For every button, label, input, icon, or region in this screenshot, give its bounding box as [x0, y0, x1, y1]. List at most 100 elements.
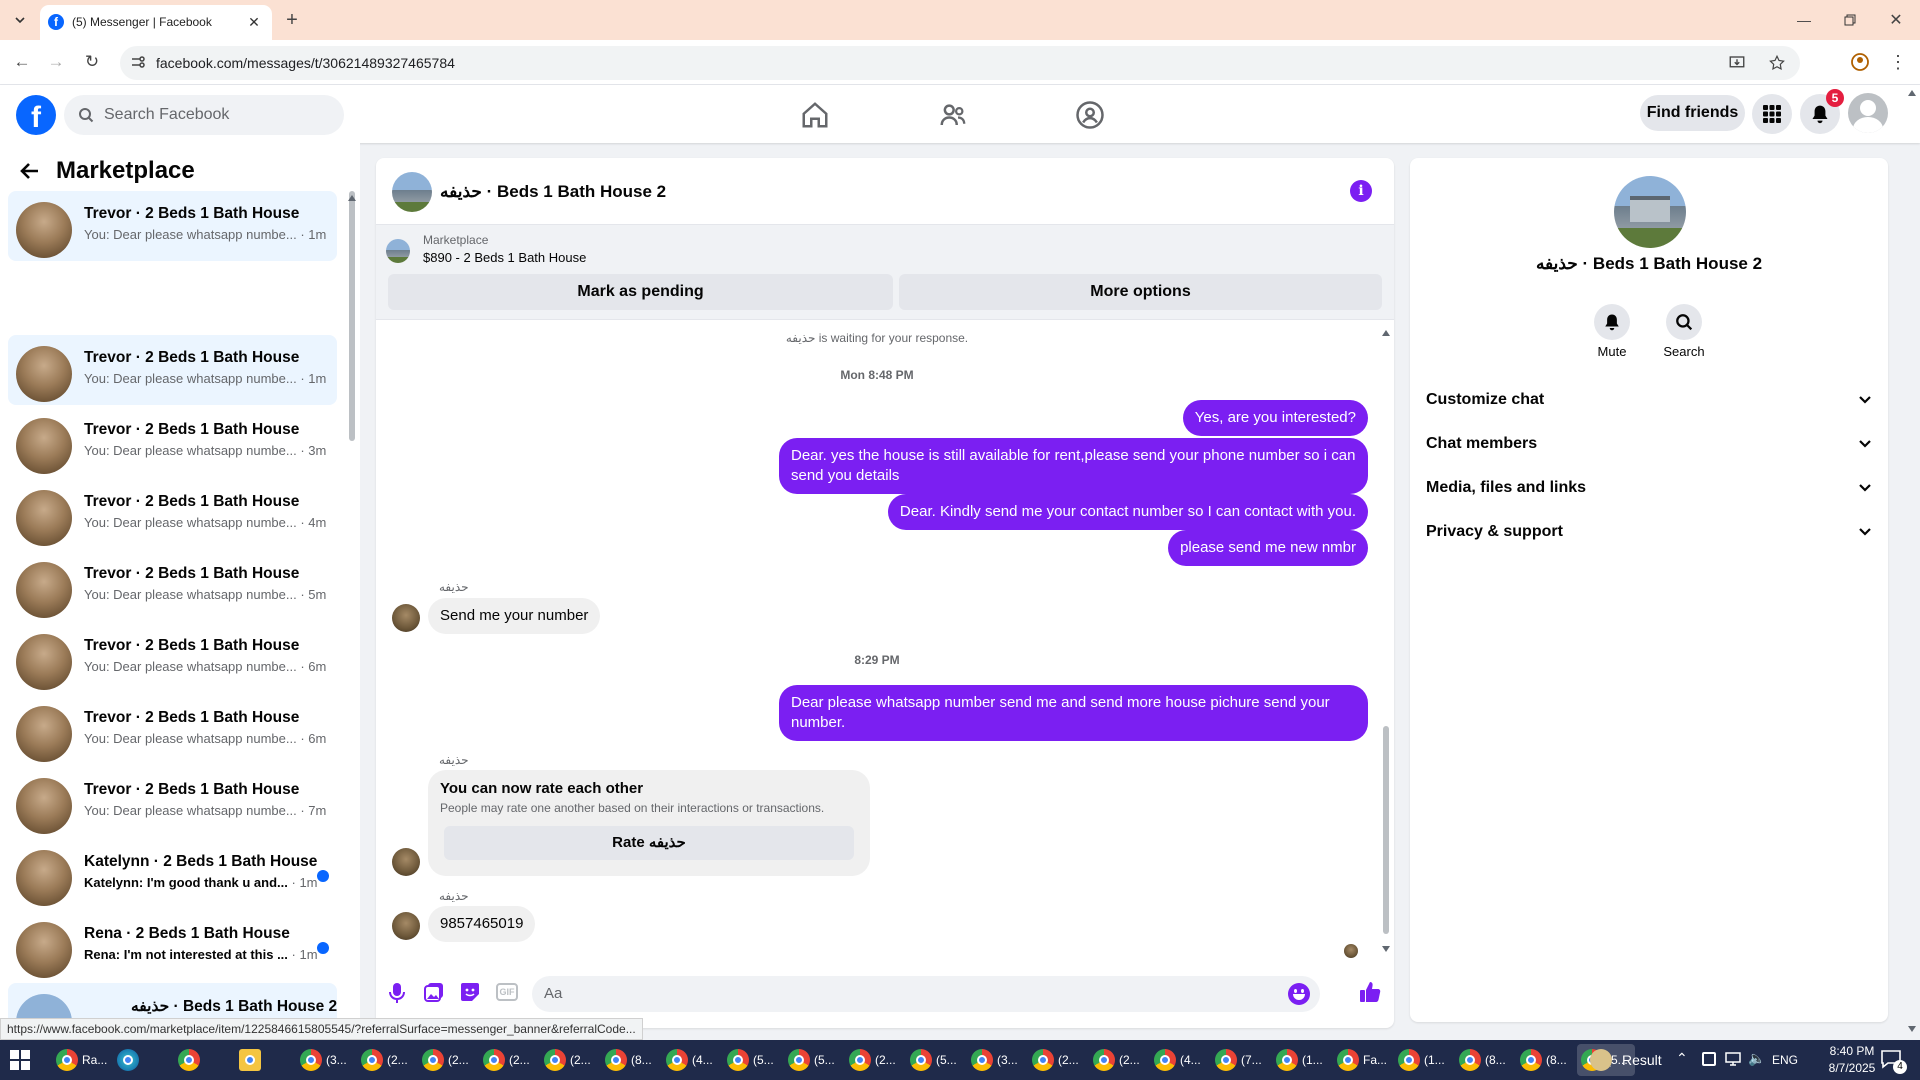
taskbar-app-button[interactable]: Fa...: [1333, 1044, 1391, 1076]
facebook-search-input[interactable]: Search Facebook: [64, 95, 344, 135]
site-info-icon[interactable]: [130, 54, 146, 70]
scroll-up-arrow-icon[interactable]: [1382, 330, 1390, 336]
photo-icon[interactable]: [424, 982, 446, 1004]
taskbar-app-button[interactable]: (2...: [479, 1044, 537, 1076]
outgoing-message[interactable]: Yes, are you interested?: [1182, 400, 1368, 436]
taskbar-app-button[interactable]: Ra...: [52, 1044, 110, 1076]
taskbar-app-button[interactable]: (8...: [1455, 1044, 1513, 1076]
listing-thumbnail[interactable]: [386, 239, 410, 263]
taskbar-app-button[interactable]: (5...: [906, 1044, 964, 1076]
taskbar-app-button[interactable]: (2...: [357, 1044, 415, 1076]
gif-icon[interactable]: GIF: [496, 983, 518, 1001]
taskbar-app-button[interactable]: (2...: [845, 1044, 903, 1076]
page-scroll-up-arrow-icon[interactable]: [1908, 90, 1916, 96]
mute-label[interactable]: Mute: [1576, 344, 1648, 359]
messages-scrollbar[interactable]: [1378, 326, 1394, 956]
scroll-up-arrow-icon[interactable]: [348, 195, 356, 201]
search-label[interactable]: Search: [1648, 344, 1720, 359]
taskbar-app-button[interactable]: (2...: [1089, 1044, 1147, 1076]
scroll-down-arrow-icon[interactable]: [1382, 946, 1390, 952]
meet-now-icon[interactable]: [1702, 1052, 1716, 1066]
incoming-message[interactable]: Send me your number: [428, 598, 601, 634]
like-thumb-icon[interactable]: [1358, 980, 1382, 1004]
mute-bell-icon[interactable]: [1594, 304, 1630, 340]
weather-result-icon[interactable]: [1590, 1049, 1612, 1071]
taskbar-app-button[interactable]: (5...: [723, 1044, 781, 1076]
taskbar-app-button[interactable]: (1...: [1272, 1044, 1330, 1076]
language-indicator[interactable]: ENG: [1772, 1053, 1798, 1067]
find-friends-button[interactable]: Find friends: [1640, 95, 1745, 131]
taskbar-app-button[interactable]: (8...: [1516, 1044, 1574, 1076]
forward-icon[interactable]: →: [44, 50, 68, 74]
taskbar-app-button[interactable]: (2...: [418, 1044, 476, 1076]
minimize-icon[interactable]: —: [1792, 8, 1816, 32]
conversation-item[interactable]: Trevor · 2 Beds 1 Bath House You: Dear p…: [8, 191, 337, 261]
tab-search-icon[interactable]: [8, 8, 32, 32]
taskbar-app-button[interactable]: (7...: [1211, 1044, 1269, 1076]
facebook-logo-icon[interactable]: f: [16, 95, 56, 135]
account-avatar[interactable]: [1848, 93, 1888, 133]
taskbar-app-button[interactable]: [113, 1044, 171, 1076]
network-icon[interactable]: [1724, 1050, 1742, 1068]
incoming-message[interactable]: 9857465019: [428, 906, 536, 942]
conversation-item[interactable]: Trevor · 2 Beds 1 Bath House You: Dear p…: [8, 479, 337, 549]
friends-icon[interactable]: [938, 100, 968, 130]
bookmark-star-icon[interactable]: [1768, 54, 1786, 72]
microphone-icon[interactable]: [388, 982, 408, 1006]
info-icon[interactable]: i: [1350, 180, 1372, 202]
conversation-item[interactable]: Trevor · 2 Beds 1 Bath House You: Dear p…: [8, 695, 337, 765]
conversation-avatar[interactable]: [1614, 176, 1686, 248]
restore-icon[interactable]: [1838, 8, 1862, 32]
chat-title[interactable]: حذيفه · Beds 1 Bath House 2: [440, 182, 666, 202]
taskbar-app-button[interactable]: (1...: [1394, 1044, 1452, 1076]
new-tab-icon[interactable]: +: [280, 8, 304, 32]
conversation-item[interactable]: Trevor · 2 Beds 1 Bath House You: Dear p…: [8, 335, 337, 405]
emoji-icon[interactable]: [1288, 983, 1310, 1005]
url-text[interactable]: facebook.com/messages/t/3062148932746578…: [156, 55, 455, 71]
taskbar-app-button[interactable]: (8...: [601, 1044, 659, 1076]
scroll-thumb[interactable]: [1383, 726, 1389, 934]
taskbar-app-button[interactable]: (4...: [662, 1044, 720, 1076]
address-bar[interactable]: facebook.com/messages/t/3062148932746578…: [120, 46, 1800, 80]
system-tray-chevron-icon[interactable]: ⌃: [1676, 1050, 1688, 1067]
groups-icon[interactable]: [1075, 100, 1105, 130]
install-app-icon[interactable]: [1728, 54, 1746, 72]
window-close-icon[interactable]: ✕: [1884, 8, 1908, 32]
listing-link[interactable]: $890 - 2 Beds 1 Bath House: [423, 250, 586, 265]
conversation-item[interactable]: Rena · 2 Beds 1 Bath House Rena: I'm not…: [8, 911, 337, 981]
outgoing-message[interactable]: Dear please whatsapp number send me and …: [779, 685, 1368, 741]
back-icon[interactable]: ←: [10, 50, 34, 74]
tab-close-icon[interactable]: ✕: [246, 14, 262, 30]
rate-button[interactable]: Rate حذيفه: [444, 826, 854, 860]
home-icon[interactable]: [800, 100, 830, 130]
message-input[interactable]: Aa: [532, 976, 1320, 1012]
taskbar-app-button[interactable]: (5...: [784, 1044, 842, 1076]
chat-members-row[interactable]: Chat members: [1426, 426, 1872, 462]
chat-avatar[interactable]: [392, 172, 432, 212]
volume-icon[interactable]: 🔈: [1748, 1050, 1765, 1067]
page-scroll-down-arrow-icon[interactable]: [1908, 1026, 1916, 1032]
taskbar-app-button[interactable]: (3...: [296, 1044, 354, 1076]
media-files-links-row[interactable]: Media, files and links: [1426, 470, 1872, 506]
sender-avatar[interactable]: [392, 912, 420, 940]
chrome-menu-icon[interactable]: ⋮: [1886, 50, 1910, 74]
profile-icon[interactable]: [1848, 50, 1872, 74]
sender-avatar[interactable]: [392, 848, 420, 876]
search-conversation-icon[interactable]: [1666, 304, 1702, 340]
conversation-item[interactable]: Katelynn · 2 Beds 1 Bath House Katelynn:…: [8, 839, 337, 909]
windows-start-icon[interactable]: [10, 1050, 30, 1070]
taskbar-result-label[interactable]: Result: [1622, 1052, 1662, 1068]
taskbar-app-button[interactable]: [174, 1044, 232, 1076]
mark-as-pending-button[interactable]: Mark as pending: [388, 274, 893, 310]
outgoing-message[interactable]: please send me new nmbr: [1168, 530, 1368, 566]
customize-chat-row[interactable]: Customize chat: [1426, 382, 1872, 418]
outgoing-message[interactable]: Dear. yes the house is still available f…: [779, 438, 1368, 494]
conversation-item[interactable]: Trevor · 2 Beds 1 Bath House You: Dear p…: [8, 767, 337, 837]
taskbar-app-button[interactable]: [235, 1044, 293, 1076]
conversation-item[interactable]: Trevor · 2 Beds 1 Bath House You: Dear p…: [8, 551, 337, 621]
outgoing-message[interactable]: Dear. Kindly send me your contact number…: [887, 494, 1368, 530]
back-arrow-icon[interactable]: [18, 159, 46, 187]
sender-avatar[interactable]: [392, 604, 420, 632]
taskbar-app-button[interactable]: (2...: [540, 1044, 598, 1076]
conversation-item[interactable]: Trevor · 2 Beds 1 Bath House You: Dear p…: [8, 623, 337, 693]
